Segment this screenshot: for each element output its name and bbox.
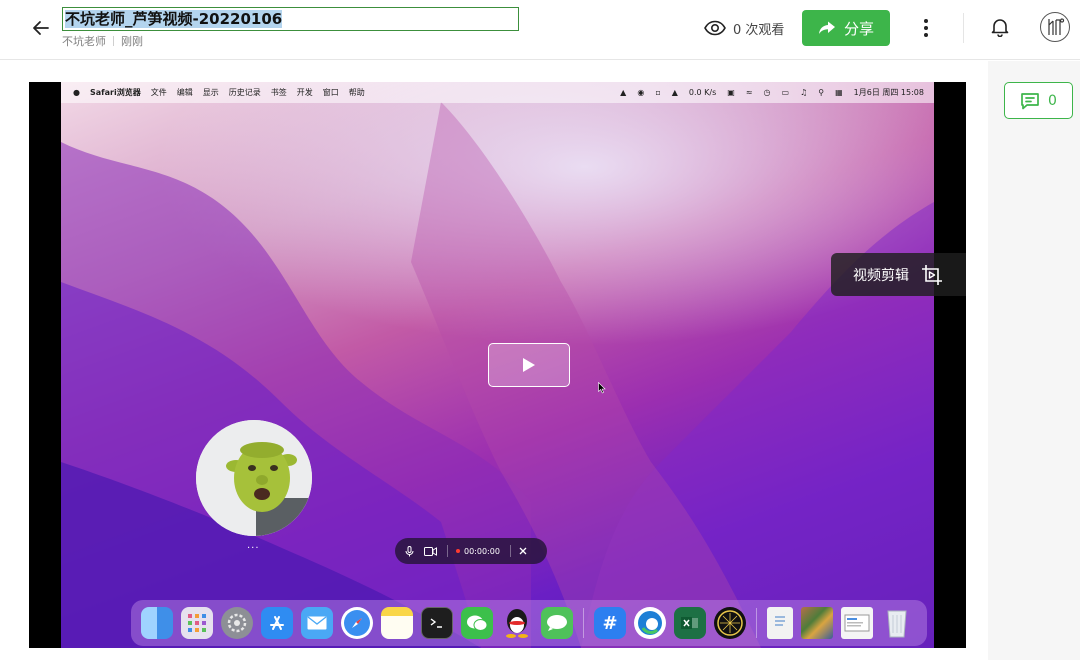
video-player[interactable]: ● Safari浏览器 文件 编辑 显示 历史记录 书签 开发 窗口 帮助 ▲ … xyxy=(29,82,966,648)
comment-icon xyxy=(1021,92,1039,109)
recorder-controls: 00:00:00 xyxy=(395,538,547,564)
menubar-item: 开发 xyxy=(296,88,313,97)
play-button[interactable] xyxy=(488,343,570,387)
net-speed: 0.0 K/s xyxy=(688,88,717,97)
photos-stack-icon xyxy=(801,607,833,639)
system-preferences-icon xyxy=(221,607,253,639)
more-vertical-icon xyxy=(924,19,928,37)
preview-stack-icon xyxy=(841,607,873,639)
video-edit-label: 视频剪辑 xyxy=(853,267,909,284)
video-frame: ● Safari浏览器 文件 编辑 显示 历史记录 书签 开发 窗口 帮助 ▲ … xyxy=(61,82,934,648)
document-icon xyxy=(767,607,793,639)
share-arrow-icon xyxy=(818,21,835,34)
video-edit-button[interactable]: 视频剪辑 xyxy=(831,253,966,296)
view-count: 0 次观看 xyxy=(704,17,784,39)
mac-dock: # xyxy=(131,600,927,646)
more-options-button[interactable] xyxy=(914,16,938,40)
comment-panel: 0 xyxy=(988,61,1080,660)
edge-icon xyxy=(634,607,666,639)
recorder-divider xyxy=(447,545,448,557)
wechat-icon xyxy=(461,607,493,639)
comments-button[interactable]: 0 xyxy=(1004,82,1073,119)
bell-icon xyxy=(991,19,1009,37)
created-time: 刚刚 xyxy=(121,35,143,48)
menubar-item: 文件 xyxy=(150,88,167,97)
webcam-bubble xyxy=(196,420,312,536)
excel-icon xyxy=(674,607,706,639)
webcam-options-icon: ... xyxy=(247,540,260,551)
arrow-left-icon xyxy=(33,21,49,35)
menubar-status-area: ▲ ◉ ▫ ▲ 0.0 K/s ▣ ≈ ◷ ▭ ♫ ⚲ ▦ 1月6日 周四 15… xyxy=(609,82,924,103)
comment-count: 0 xyxy=(1048,92,1057,109)
dock-divider xyxy=(756,608,757,638)
recording-dot-icon xyxy=(456,549,460,553)
play-icon xyxy=(523,358,535,372)
menubar-item: 帮助 xyxy=(348,88,365,97)
mouse-cursor-icon xyxy=(598,382,606,394)
compass-app-icon xyxy=(714,607,746,639)
menubar-app-name: Safari浏览器 xyxy=(89,88,141,97)
recording-time: 00:00:00 xyxy=(464,546,500,556)
wifi-icon: ≈ xyxy=(745,88,753,97)
wechat-status-icon: ◉ xyxy=(637,88,645,97)
qq-icon xyxy=(501,607,533,639)
dock-divider xyxy=(583,608,584,638)
apple-icon: ● xyxy=(73,88,80,97)
volume-icon: ♫ xyxy=(800,88,808,97)
status-icon: ▣ xyxy=(727,88,735,97)
recording-timer: 00:00:00 xyxy=(456,547,500,556)
battery-icon: ▭ xyxy=(781,88,790,97)
view-count-text: 0 次观看 xyxy=(733,22,785,38)
title-field[interactable]: 不坑老师_芦笋视频-20220106 xyxy=(62,7,519,31)
finder-icon xyxy=(141,607,173,639)
back-button[interactable] xyxy=(28,15,54,41)
menubar-item: 窗口 xyxy=(322,88,339,97)
menubar-item: 编辑 xyxy=(176,88,193,97)
meta-divider xyxy=(113,36,114,46)
notes-icon xyxy=(381,607,413,639)
webcam-face-image xyxy=(196,420,312,536)
terminal-icon xyxy=(421,607,453,639)
menubar-item: 历史记录 xyxy=(228,88,261,97)
app-store-icon xyxy=(261,607,293,639)
mail-icon xyxy=(301,607,333,639)
notifications-button[interactable] xyxy=(988,15,1012,39)
title-text[interactable]: 不坑老师_芦笋视频-20220106 xyxy=(65,10,283,28)
mac-menubar: ● Safari浏览器 文件 编辑 显示 历史记录 书签 开发 窗口 帮助 ▲ … xyxy=(61,82,934,103)
status-icon: ▲ xyxy=(671,88,678,97)
hashtag-app-icon: # xyxy=(594,607,626,639)
menubar-item: 书签 xyxy=(270,88,287,97)
close-icon xyxy=(519,547,527,555)
search-icon: ⚲ xyxy=(818,88,825,97)
messages-icon xyxy=(541,607,573,639)
eye-icon xyxy=(704,20,726,36)
camera-icon xyxy=(424,546,437,556)
video-edit-icon xyxy=(922,264,942,285)
launchpad-icon xyxy=(181,607,213,639)
avatar-logo-icon xyxy=(1048,18,1065,35)
status-icon: ▲ xyxy=(620,88,627,97)
share-label: 分享 xyxy=(843,19,874,38)
video-meta: 不坑老师 刚刚 xyxy=(62,33,143,49)
share-button[interactable]: 分享 xyxy=(802,10,890,46)
top-header: 不坑老师_芦笋视频-20220106 不坑老师 刚刚 0 次观看 分享 xyxy=(0,0,1080,60)
safari-icon xyxy=(341,607,373,639)
menubar-item: 显示 xyxy=(202,88,219,97)
header-divider xyxy=(963,13,964,43)
user-avatar[interactable] xyxy=(1040,12,1070,42)
control-center-icon: ▦ xyxy=(835,88,843,97)
status-icon: ▫ xyxy=(655,88,661,97)
microphone-icon xyxy=(405,545,414,557)
clock-icon: ◷ xyxy=(763,88,771,97)
trash-icon xyxy=(881,607,913,639)
author-name: 不坑老师 xyxy=(62,35,106,48)
menubar-datetime: 1月6日 周四 15:08 xyxy=(853,88,924,97)
recorder-divider xyxy=(509,545,511,557)
